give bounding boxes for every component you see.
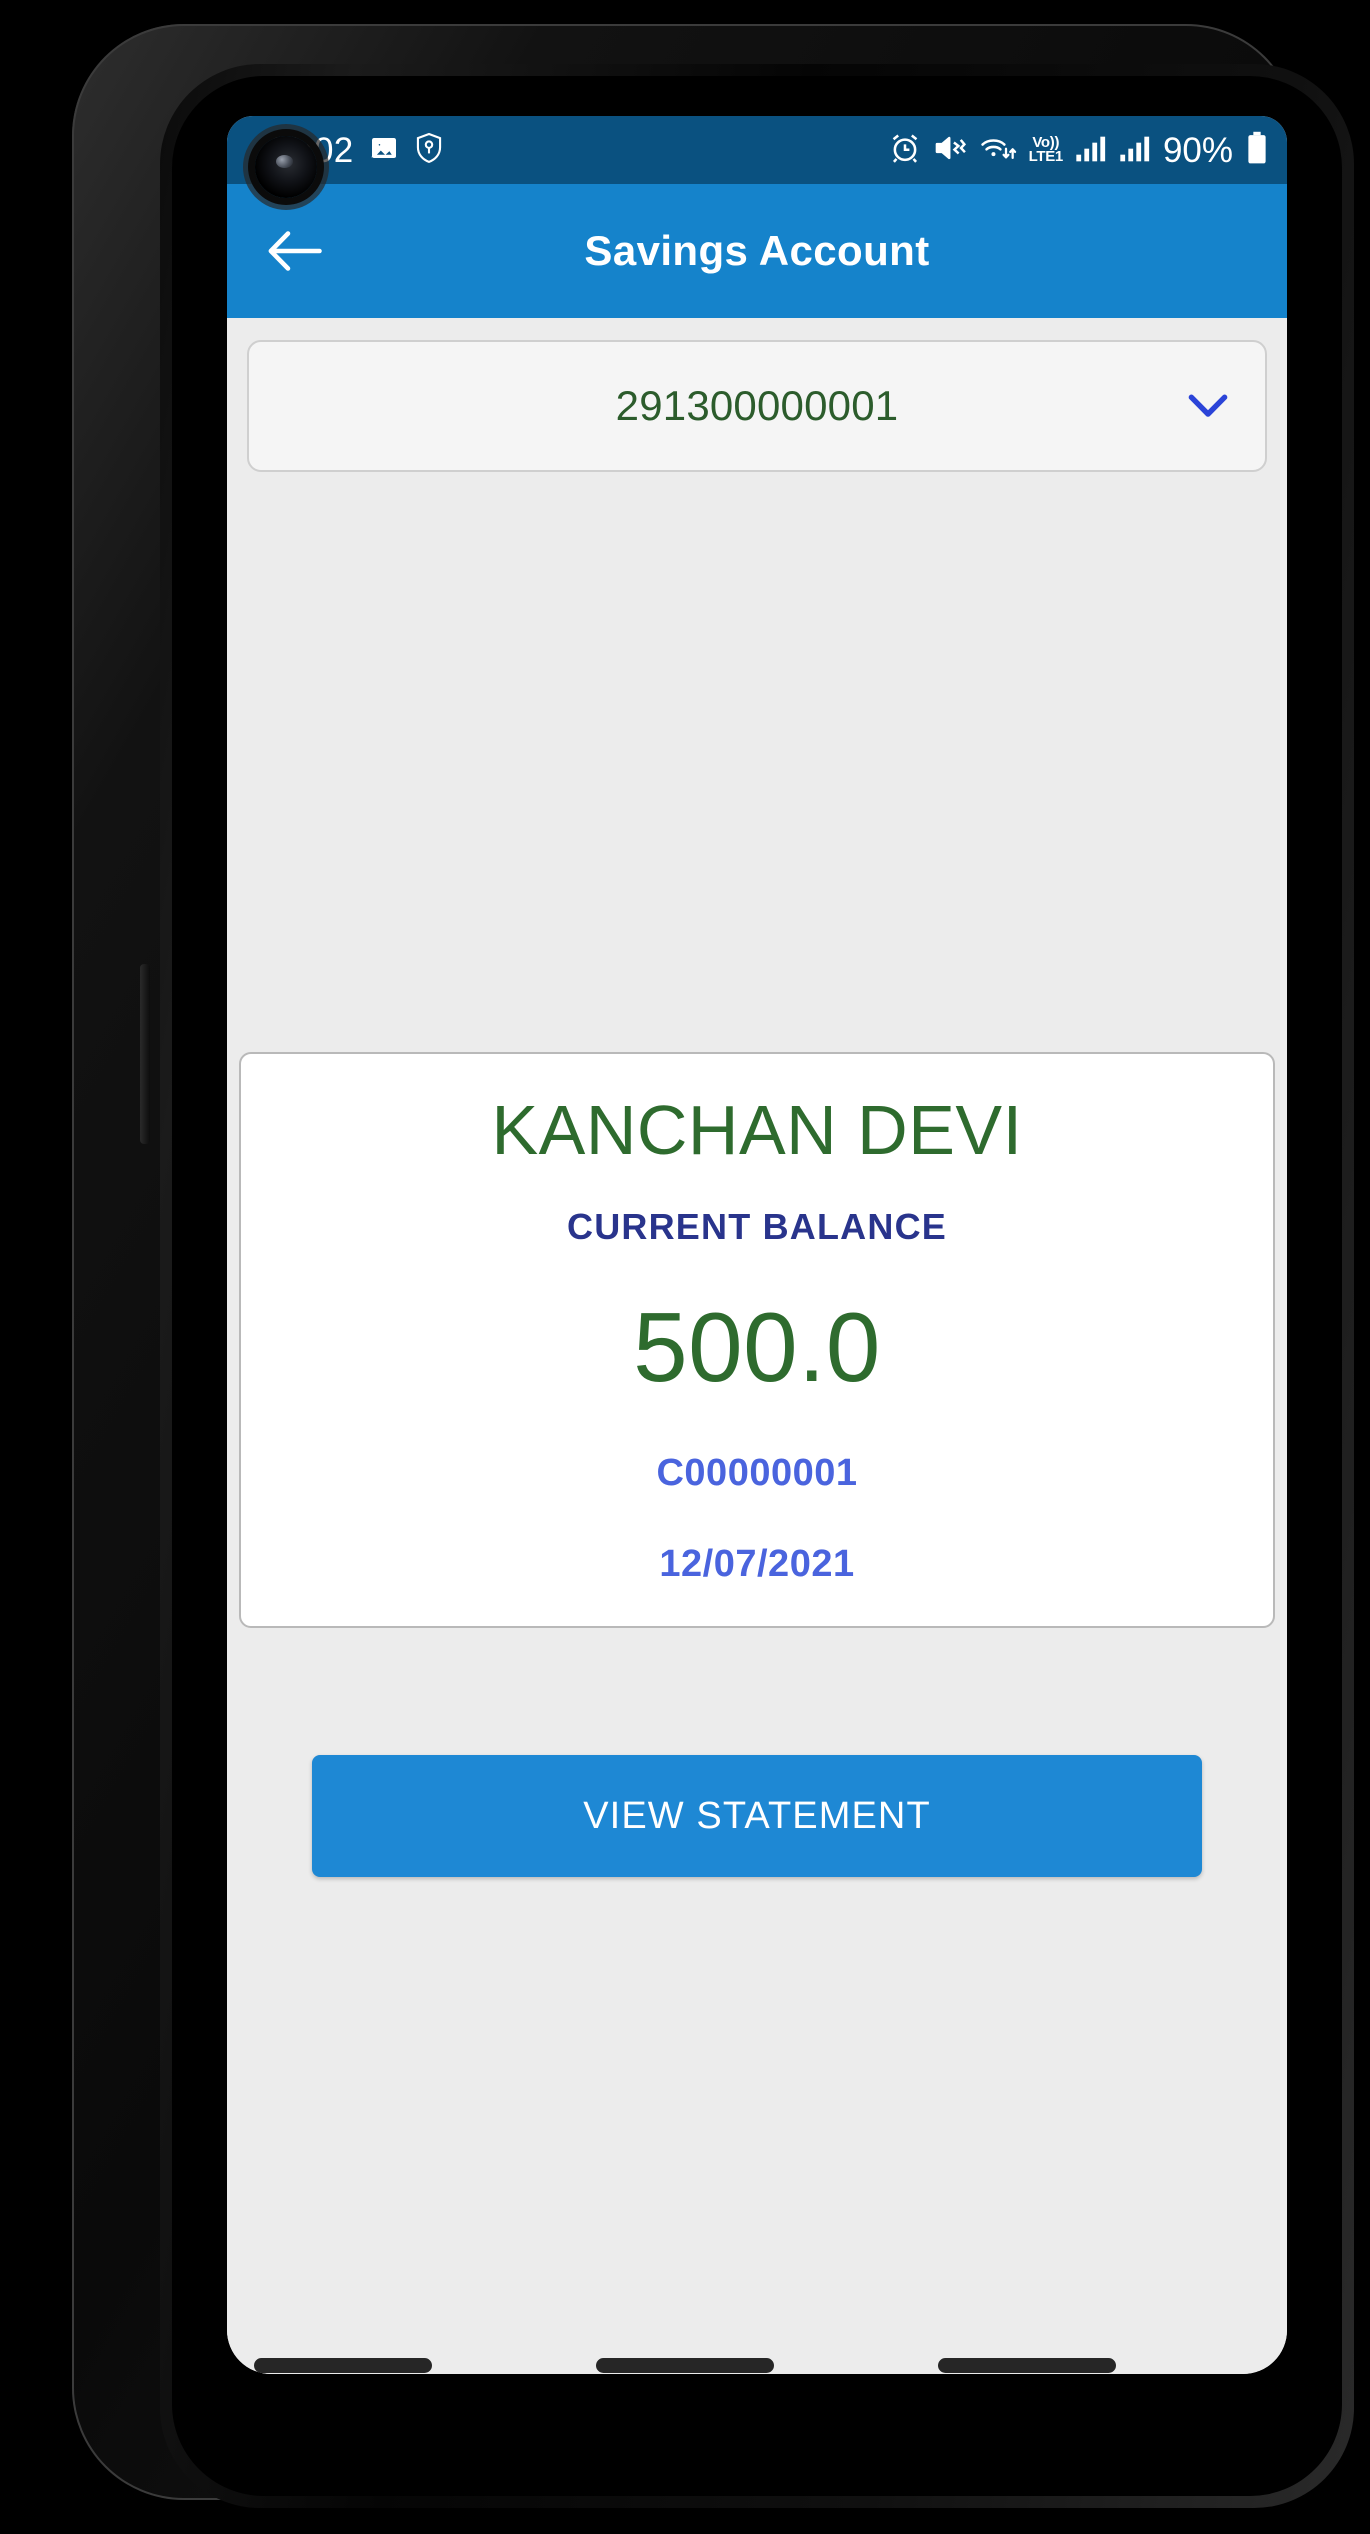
- status-bar-right: Vo)) LTE1 90%: [889, 131, 1269, 170]
- signal-icon-1: [1075, 133, 1107, 168]
- app-bar: Savings Account: [227, 184, 1287, 318]
- nav-home-button[interactable]: [596, 2357, 774, 2373]
- nav-recents-button[interactable]: [254, 2357, 432, 2373]
- nav-back-button[interactable]: [938, 2357, 1116, 2373]
- volte-label: Vo)) LTE1: [1028, 135, 1064, 165]
- account-holder-name: KANCHAN DEVI: [491, 1091, 1023, 1169]
- phone-frame: 11:02: [72, 24, 1354, 2508]
- view-statement-button[interactable]: VIEW STATEMENT: [312, 1755, 1202, 1877]
- navigation-bar: [172, 2330, 1198, 2400]
- back-button[interactable]: [257, 213, 333, 289]
- wifi-icon: [979, 132, 1017, 169]
- signal-icon-2: [1119, 133, 1151, 168]
- balance-amount: 500.0: [633, 1291, 881, 1402]
- selected-account-number: 291300000001: [615, 382, 899, 429]
- alarm-icon: [889, 132, 921, 169]
- front-camera: [255, 136, 317, 198]
- battery-percent: 90%: [1162, 130, 1233, 170]
- assistant-button[interactable]: [140, 964, 150, 1144]
- account-selector-dropdown[interactable]: 291300000001: [247, 340, 1267, 472]
- current-balance-label: CURRENT BALANCE: [567, 1205, 947, 1247]
- app-content: 291300000001 KANCHAN DEVI CURRENT BALANC…: [227, 340, 1287, 2374]
- shield-key-icon: [414, 132, 444, 169]
- volte-label-bottom: LTE1: [1028, 148, 1064, 165]
- image-icon: [368, 132, 400, 169]
- status-bar: 11:02: [227, 116, 1287, 184]
- balance-card: KANCHAN DEVI CURRENT BALANCE 500.0 C0000…: [239, 1052, 1275, 1628]
- phone-screen: 11:02: [227, 116, 1287, 2374]
- vibrate-mute-icon: [933, 132, 967, 169]
- page-title: Savings Account: [584, 227, 930, 274]
- account-date: 12/07/2021: [659, 1542, 855, 1585]
- battery-icon: [1245, 131, 1269, 170]
- chevron-down-icon[interactable]: [1187, 392, 1229, 420]
- customer-id: C00000001: [656, 1451, 858, 1494]
